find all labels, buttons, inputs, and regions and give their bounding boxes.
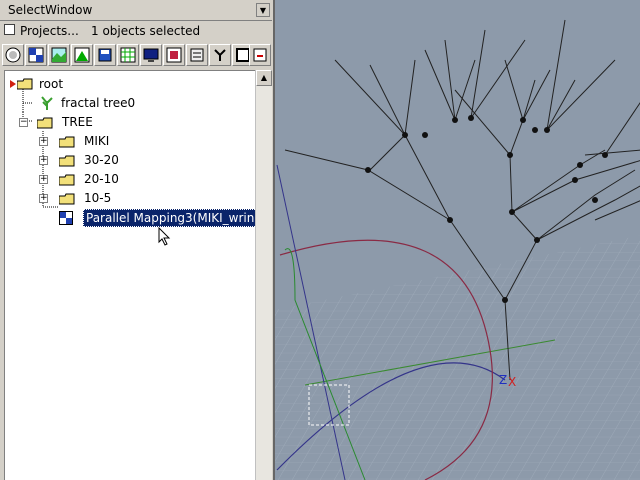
options-row: Projects... 1 objects selected	[0, 21, 272, 41]
scene-tree: root fractal tree0 − TREE + MIKI + 30-20…	[4, 70, 255, 480]
landscape-icon[interactable]	[48, 44, 70, 66]
folder-icon	[59, 174, 75, 186]
tree-label-selected: Parallel Mapping3(MIKI_wrinkle	[83, 209, 255, 227]
tree-node-10-5[interactable]: + 10-5	[5, 190, 245, 208]
monitor-icon[interactable]	[140, 44, 162, 66]
selection-status: 1 objects selected	[91, 24, 201, 38]
window-title-bar: SelectWindow ▼	[0, 0, 272, 21]
mapping-icon	[59, 211, 73, 225]
sphere-icon[interactable]	[2, 44, 24, 66]
tree-node-tree[interactable]: − TREE	[5, 114, 245, 132]
image-icon[interactable]	[163, 44, 185, 66]
collapse-minus-icon[interactable]: −	[19, 118, 28, 127]
cube-icon[interactable]	[186, 44, 208, 66]
tree-label: MIKI	[84, 134, 110, 148]
expand-plus-icon[interactable]: +	[39, 137, 48, 146]
tree-node-root[interactable]: root	[5, 76, 245, 94]
mountain-icon[interactable]	[71, 44, 93, 66]
node-icon[interactable]	[209, 44, 231, 66]
folder-icon	[59, 193, 75, 205]
projects-checkbox[interactable]	[4, 24, 15, 35]
window-title: SelectWindow	[8, 3, 93, 17]
tree-node-miki[interactable]: + MIKI	[5, 133, 245, 151]
tree-node-20-10[interactable]: + 20-10	[5, 171, 245, 189]
checker-icon[interactable]	[25, 44, 47, 66]
tree-object-icon	[41, 96, 53, 110]
tree-node-fractal-tree[interactable]: fractal tree0	[5, 95, 245, 113]
tree-label: 20-10	[84, 172, 119, 186]
tree-label: TREE	[62, 115, 93, 129]
select-window-panel: SelectWindow ▼ Projects... 1 objects sel…	[0, 0, 272, 480]
3d-viewport[interactable]: Z X	[273, 0, 640, 480]
grid-icon[interactable]	[117, 44, 139, 66]
expand-plus-icon[interactable]: +	[39, 194, 48, 203]
expand-plus-icon[interactable]: +	[39, 175, 48, 184]
toolbar	[0, 42, 272, 68]
folder-icon	[59, 136, 75, 148]
z-axis-label: Z	[499, 373, 507, 387]
tree-label: root	[39, 77, 64, 91]
mouse-cursor-icon	[158, 227, 171, 246]
collapse-triangle-icon[interactable]	[9, 79, 17, 89]
save-icon[interactable]	[94, 44, 116, 66]
folder-icon	[59, 155, 75, 167]
tree-label: 10-5	[84, 191, 112, 205]
x-axis-label: X	[508, 375, 516, 389]
tree-label: 30-20	[84, 153, 119, 167]
export-icon[interactable]	[249, 44, 271, 66]
viewport-scene: Z X	[275, 19, 640, 480]
projects-label[interactable]: Projects...	[20, 24, 79, 38]
tree-label: fractal tree0	[61, 96, 136, 110]
tree-node-parallel-mapping[interactable]: Parallel Mapping3(MIKI_wrinkle	[5, 209, 255, 227]
folder-icon	[17, 78, 33, 90]
dropdown-arrow-icon[interactable]: ▼	[256, 3, 270, 17]
folder-icon	[37, 117, 53, 129]
tree-scrollbar[interactable]: ▲	[255, 70, 272, 480]
scroll-up-arrow-icon[interactable]: ▲	[256, 70, 272, 86]
expand-plus-icon[interactable]: +	[39, 156, 48, 165]
tree-node-30-20[interactable]: + 30-20	[5, 152, 245, 170]
